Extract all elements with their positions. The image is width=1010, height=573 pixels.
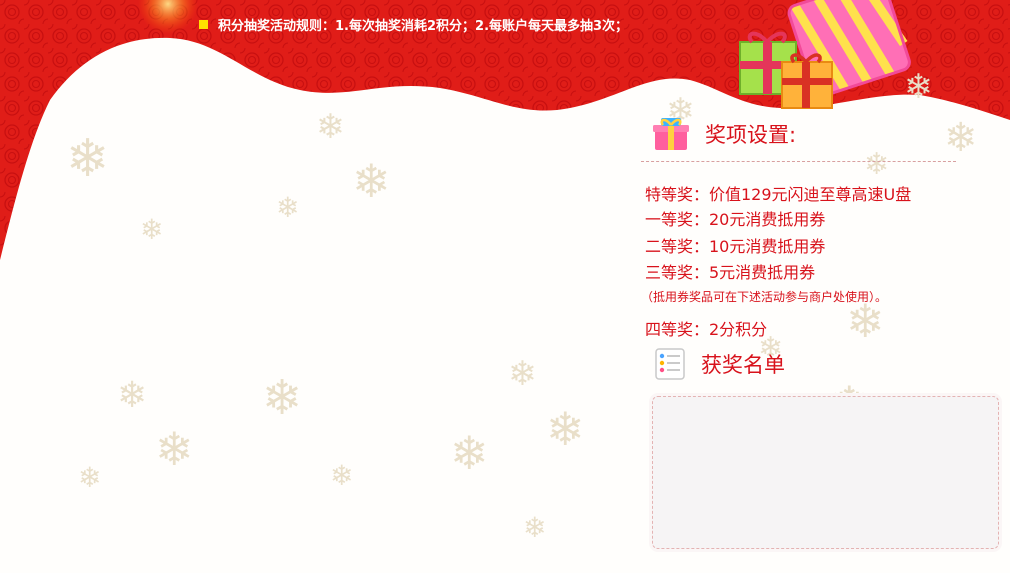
snowflake-icon: ❄ — [508, 354, 537, 394]
snowflake-icon: ❄ — [276, 191, 300, 224]
list-icon — [655, 348, 685, 380]
snowflake-icon: ❄ — [262, 370, 303, 426]
prize-item-special: 特等奖：价值129元闪迪至尊高速U盘 — [645, 185, 912, 204]
snowflake-icon: ❄ — [944, 115, 978, 161]
rules-banner: 积分抽奖活动规则：1.每次抽奖消耗2积分；2.每账户每天最多抽3次； — [199, 14, 628, 34]
snowflake-icon: ❄ — [864, 147, 890, 182]
prize-item-first: 一等奖：20元消费抵用券 — [645, 210, 826, 229]
snowflake-icon: ❄ — [352, 154, 391, 208]
winners-list-box[interactable] — [652, 396, 999, 549]
prize-settings-header: 奖项设置: — [651, 116, 796, 152]
section-divider — [641, 161, 956, 162]
voucher-note: （抵用券奖品可在下述活动参与商户处使用）。 — [641, 290, 888, 304]
snowflake-icon: ❄ — [117, 375, 148, 416]
gift-icon — [653, 118, 689, 150]
snowflake-icon: ❄ — [78, 461, 102, 494]
snowflake-icon: ❄ — [316, 107, 345, 147]
winners-title: 获奖名单 — [701, 353, 785, 377]
snowflake-icon: ❄ — [523, 511, 547, 544]
rules-text: 积分抽奖活动规则：1.每次抽奖消耗2积分；2.每账户每天最多抽3次； — [218, 18, 629, 34]
winners-header: 获奖名单 — [653, 347, 785, 381]
prize-settings-title: 奖项设置: — [705, 123, 797, 147]
prize-item-fourth: 四等奖：2分积分 — [645, 320, 768, 339]
snowflake-icon: ❄ — [450, 426, 489, 480]
prize-item-second: 二等奖：10元消费抵用券 — [645, 237, 826, 256]
snowflake-icon: ❄ — [140, 213, 164, 246]
snowflake-icon: ❄ — [155, 422, 194, 476]
snowflake-icon: ❄ — [66, 129, 110, 189]
lottery-page: 积分抽奖活动规则：1.每次抽奖消耗2积分；2.每账户每天最多抽3次； ❄ ❄ ❄… — [0, 0, 1010, 573]
snowflake-icon: ❄ — [330, 459, 354, 492]
gift-boxes-decoration — [739, 0, 911, 109]
bullet-icon — [199, 19, 208, 29]
prize-item-third: 三等奖：5元消费抵用券 — [645, 263, 816, 282]
snowflake-icon: ❄ — [546, 402, 585, 456]
